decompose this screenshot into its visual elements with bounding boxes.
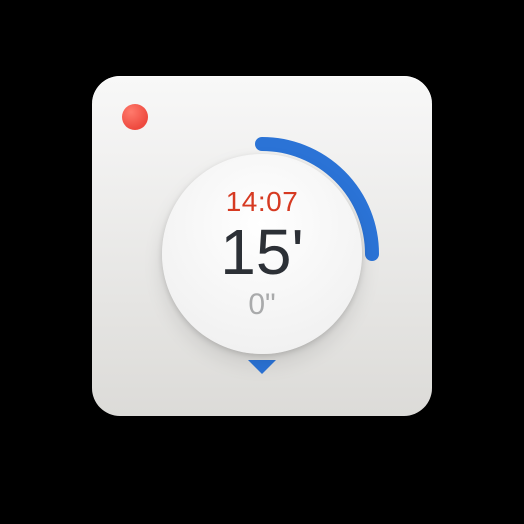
timer-dial[interactable]: 14:07 15' 0" bbox=[142, 134, 382, 374]
minutes-remaining: 15' bbox=[220, 220, 303, 284]
record-indicator-icon bbox=[122, 104, 148, 130]
clock-time: 14:07 bbox=[226, 186, 299, 218]
timer-face: 14:07 15' 0" bbox=[162, 154, 362, 354]
seconds-remaining: 0" bbox=[248, 288, 275, 322]
timer-widget[interactable]: 14:07 15' 0" bbox=[92, 76, 432, 416]
